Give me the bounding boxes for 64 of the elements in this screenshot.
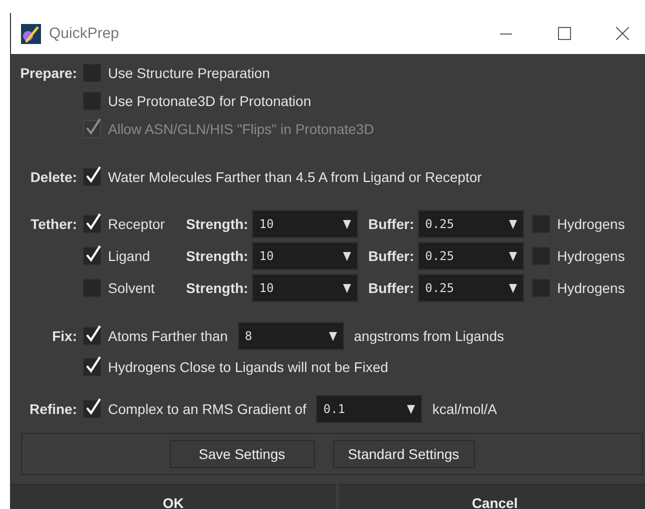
dropdown[interactable]: 0.25 — [418, 274, 524, 302]
checkbox[interactable] — [83, 358, 101, 376]
checkbox[interactable] — [83, 215, 101, 233]
field-label: Strength: — [186, 216, 248, 232]
field-label: Buffer: — [368, 280, 414, 296]
field-label: Strength: — [186, 248, 248, 264]
section-label: Refine: — [28, 400, 78, 419]
dropdown[interactable]: 0.25 — [418, 242, 524, 270]
dialog-button[interactable]: Cancel — [338, 484, 645, 509]
dropdown-arrow-icon — [509, 252, 518, 260]
field-label: Buffer: — [368, 216, 414, 232]
dropdown-arrow-icon — [343, 284, 352, 292]
checkmark-icon — [84, 166, 102, 184]
section-label: Delete: — [29, 168, 78, 187]
dropdown[interactable]: 10 — [252, 210, 358, 238]
close-icon — [616, 27, 628, 40]
dropdown-arrow-icon — [407, 404, 416, 414]
option-label: Hydrogens — [557, 216, 625, 232]
dropdown[interactable]: 10 — [252, 274, 358, 302]
app-logo-icon — [21, 24, 41, 44]
option-label: Hydrogens — [557, 280, 625, 296]
dropdown[interactable]: 10 — [252, 242, 358, 270]
checkbox[interactable] — [83, 400, 101, 418]
dropdown-arrow-icon — [343, 252, 352, 260]
dropdown[interactable]: 8 — [238, 322, 344, 350]
field-label: Strength: — [186, 280, 248, 296]
dialog-button[interactable]: OK — [11, 484, 336, 509]
unit-label: angstroms from Ligands — [354, 328, 504, 344]
option-label: Allow ASN/GLN/HIS "Flips" in Protonate3D — [108, 121, 374, 137]
dropdown-arrow-icon — [328, 332, 337, 340]
maximize-icon — [558, 27, 570, 40]
dropdown[interactable]: 0.25 — [418, 210, 524, 238]
option-label: Receptor — [108, 216, 166, 232]
checkmark-icon — [84, 245, 102, 263]
settings-button[interactable]: Save Settings — [170, 440, 314, 468]
settings-button[interactable]: Standard Settings — [332, 440, 474, 468]
checkmark-icon — [84, 213, 102, 231]
option-label: Use Protonate3D for Protonation — [108, 93, 312, 109]
minimize-icon — [500, 32, 512, 34]
checkmark-icon — [84, 325, 102, 343]
checkbox[interactable] — [83, 247, 101, 265]
dropdown[interactable]: 0.1 — [316, 395, 422, 423]
checkbox[interactable] — [83, 327, 101, 345]
dropdown-arrow-icon — [509, 284, 518, 292]
checkmark-icon — [84, 118, 102, 136]
checkmark-icon — [84, 356, 102, 374]
option-label: Hydrogens Close to Ligands will not be Fixed — [108, 359, 388, 375]
section-label: Prepare: — [19, 64, 78, 83]
option-label: Complex to an RMS Gradient of — [108, 401, 306, 417]
option-label: Solvent — [108, 280, 156, 296]
window-title: QuickPrep — [49, 25, 120, 42]
unit-label: kcal/mol/A — [432, 401, 497, 417]
option-label: Hydrogens — [557, 248, 625, 264]
dropdown-arrow-icon — [509, 220, 518, 228]
option-label: Water Molecules Farther than 4.5 A from Ligand or Receptor — [108, 169, 482, 185]
checkbox[interactable] — [83, 168, 101, 186]
option-label: Atoms Farther than — [108, 328, 228, 344]
field-label: Buffer: — [368, 248, 414, 264]
section-label: Fix: — [51, 327, 78, 346]
section-label: Tether: — [30, 215, 78, 234]
option-label: Ligand — [108, 248, 152, 264]
checkmark-icon — [84, 398, 102, 416]
option-label: Use Structure Preparation — [108, 65, 270, 81]
dropdown-arrow-icon — [343, 220, 352, 228]
